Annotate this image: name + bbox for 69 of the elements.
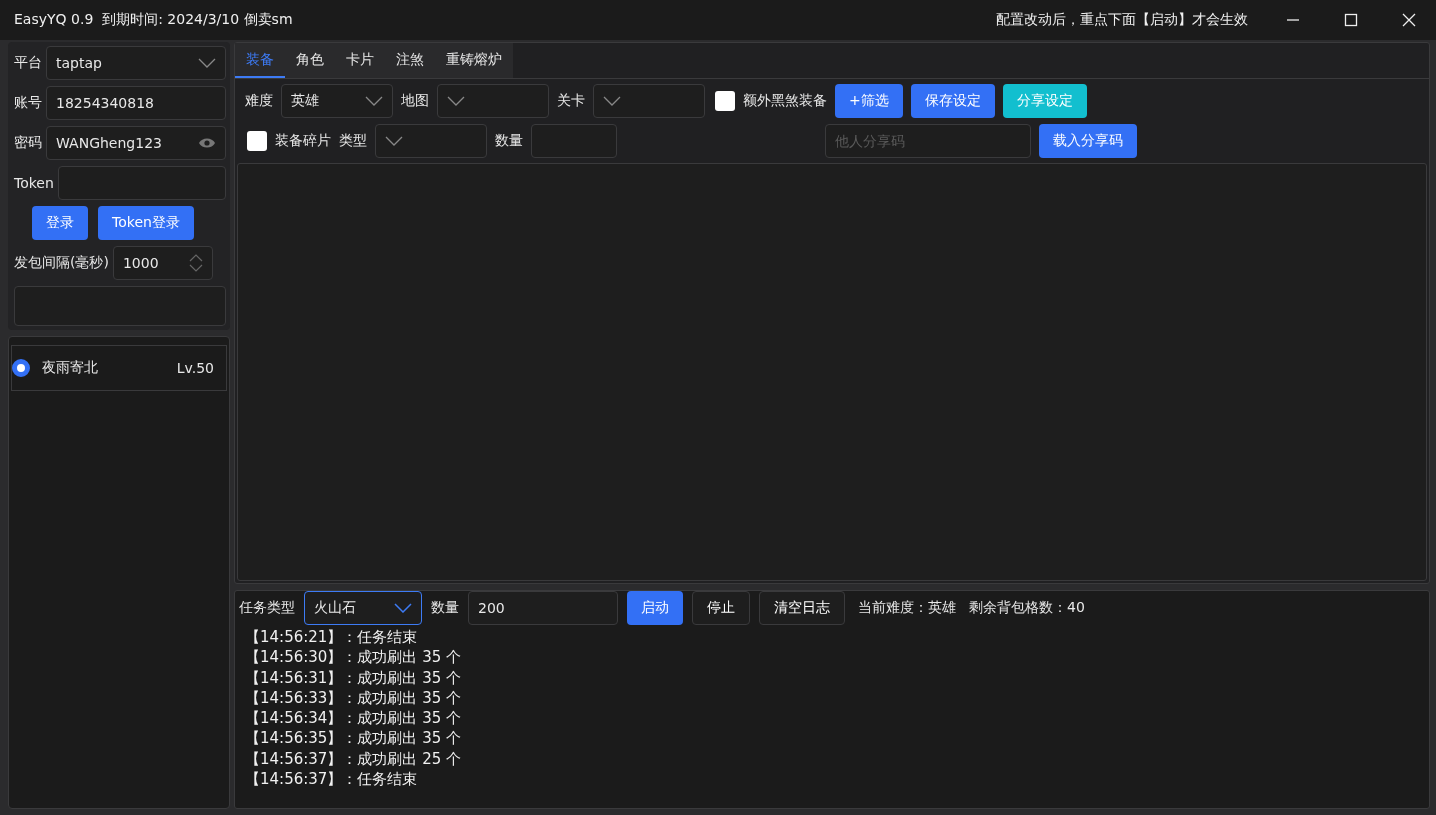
checkbox[interactable] (715, 91, 735, 111)
input-field[interactable] (57, 166, 226, 200)
window-title: EasyYQ 0.9 到期时间: 2024/3/10 倒卖sm (14, 11, 293, 29)
status-text: 当前难度：英雄 (858, 599, 956, 617)
chevron-icon (603, 96, 621, 106)
tab[interactable]: 注煞 (385, 43, 435, 78)
checkbox-label: 装备碎片 (275, 132, 331, 150)
close-icon[interactable] (1402, 13, 1416, 27)
log-line: 【14:56:34】：成功刷出 35 个 (245, 708, 462, 729)
notice-text: 配置改动后，重点下面【启动】才会生效 (996, 11, 1248, 29)
log-line: 【14:56:30】：成功刷出 35 个 (245, 647, 462, 668)
log-line: 【14:56:21】：任务结束 (245, 627, 419, 648)
field-label: 平台 (14, 54, 42, 72)
log-line: 【14:56:33】：成功刷出 35 个 (245, 687, 462, 709)
character-name: 夜雨寄北 (42, 359, 98, 377)
filter-label: 关卡 (557, 92, 585, 110)
filter-button[interactable]: +筛选 (835, 84, 903, 118)
input-field[interactable]: 18254340818 (46, 86, 226, 120)
tab[interactable]: 角色 (285, 43, 335, 78)
dropdown[interactable] (593, 84, 705, 118)
log-line: 【14:56:31】：成功刷出 35 个 (245, 667, 462, 688)
field-label: 密码 (14, 134, 42, 152)
number-field[interactable]: 1000 (112, 246, 213, 280)
login-button[interactable]: 登录 (32, 206, 89, 240)
filter-label: 类型 (339, 132, 367, 150)
tab[interactable]: 卡片 (335, 43, 385, 78)
field-label: 任务类型 (239, 599, 295, 617)
radio-button[interactable] (12, 359, 30, 377)
filter-label: 难度 (245, 92, 273, 110)
dropdown[interactable]: 英雄 (281, 84, 393, 118)
character-level: Lv.50 (176, 360, 214, 376)
filter-label: 地图 (401, 92, 429, 110)
eye-icon[interactable] (198, 137, 216, 149)
dropdown[interactable] (437, 84, 549, 118)
login-button[interactable]: Token登录 (98, 206, 194, 240)
load-share-code-button[interactable]: 载入分享码 (1039, 124, 1137, 158)
task-button[interactable]: 清空日志 (759, 591, 845, 625)
log-line: 【14:56:35】：成功刷出 35 个 (245, 728, 462, 749)
task-button[interactable]: 启动 (627, 591, 683, 625)
chevron-icon (365, 96, 383, 106)
log-line: 【14:56:37】：任务结束 (245, 769, 419, 790)
platform-select[interactable]: taptap (46, 46, 226, 80)
field-label: Token (14, 175, 54, 191)
field-label: 发包间隔(毫秒) (14, 254, 109, 272)
status-text: 剩余背包格数：40 (969, 599, 1085, 617)
task-type-dropdown[interactable]: 火山石 (304, 591, 422, 625)
tab[interactable]: 重铸熔炉 (435, 43, 513, 78)
chevron-icon (447, 96, 465, 106)
maximize-icon[interactable] (1344, 13, 1358, 27)
chevron-icon (394, 603, 412, 613)
field-label: 账号 (14, 94, 42, 112)
checkbox[interactable] (247, 131, 267, 151)
share-code-field[interactable]: 他人分享码 (825, 124, 1031, 158)
tab[interactable]: 装备 (235, 43, 285, 78)
checkbox-label: 额外黑煞装备 (743, 92, 827, 110)
spinner-icon[interactable] (188, 253, 203, 273)
input-field[interactable]: WANGheng123 (46, 126, 226, 160)
amount-field[interactable]: 200 (468, 591, 618, 625)
filter-button[interactable]: 保存设定 (910, 84, 995, 118)
field-label: 数量 (431, 599, 459, 617)
character-item[interactable]: 夜雨寄北 Lv.50 (11, 345, 227, 391)
filter-label: 数量 (495, 132, 523, 150)
chevron-icon (198, 58, 216, 68)
text-area[interactable] (14, 286, 226, 326)
input-field[interactable] (531, 124, 617, 158)
task-button[interactable]: 停止 (692, 591, 750, 625)
dropdown[interactable] (375, 124, 487, 158)
chevron-icon (385, 136, 403, 146)
log-line: 【14:56:37】：成功刷出 25 个 (245, 748, 462, 770)
